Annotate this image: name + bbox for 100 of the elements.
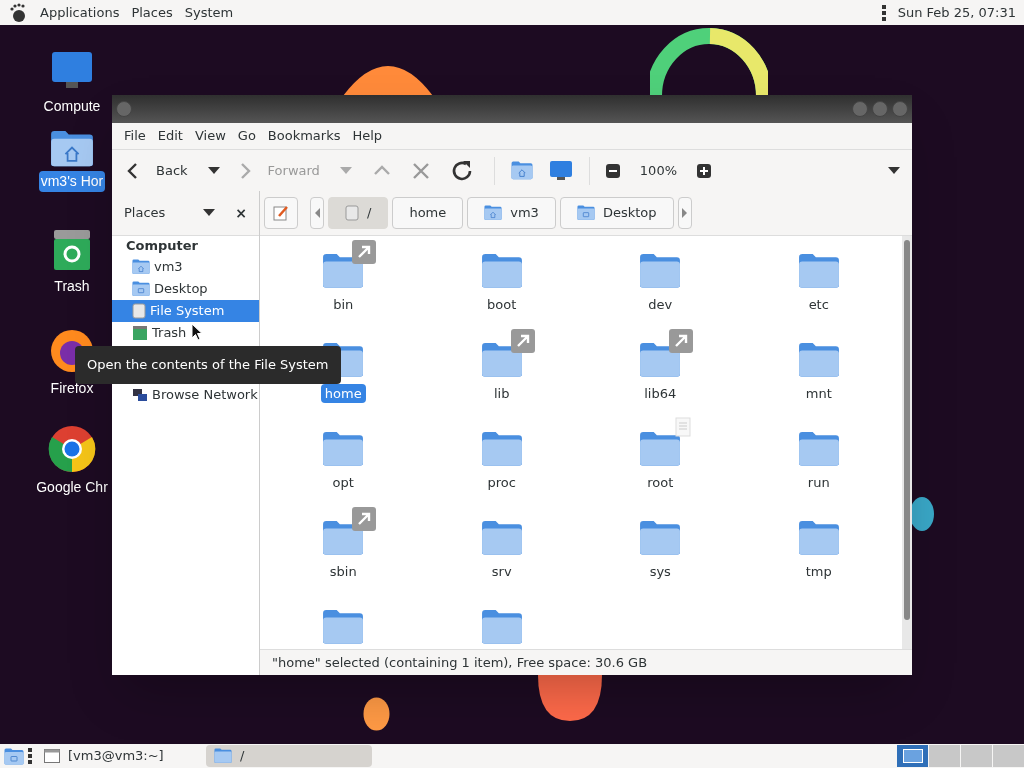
mouse-pointer-icon — [191, 323, 203, 341]
home-folder-icon — [132, 259, 150, 275]
path-button[interactable]: home — [392, 197, 464, 229]
desktop-folder-icon — [576, 205, 595, 221]
path-button[interactable]: Desktop — [559, 197, 674, 229]
menu-item[interactable]: Bookmarks — [261, 126, 347, 146]
home-folder-icon — [484, 205, 503, 221]
workspace-switcher-tile[interactable] — [897, 745, 928, 767]
foot-logo-icon[interactable] — [8, 2, 28, 23]
sidebar-item[interactable]: vm3 — [112, 256, 259, 278]
pencil-note-icon — [273, 205, 289, 221]
path-button[interactable]: / — [328, 197, 389, 229]
scroll-right-button[interactable] — [677, 197, 692, 229]
window-control-icon[interactable] — [872, 101, 888, 117]
folder-icon — [797, 342, 840, 378]
zoom-level: 100% — [639, 161, 677, 180]
browser-logo-icon — [48, 425, 96, 473]
left-triangle-icon — [314, 208, 320, 218]
folder-icon — [797, 431, 840, 467]
folder-icon — [639, 431, 682, 467]
monitor-icon[interactable] — [548, 159, 573, 182]
desktop-icon-label[interactable]: Trash — [52, 276, 92, 297]
forward-history-caret-icon — [339, 166, 352, 175]
folder-icon — [322, 609, 365, 645]
folder-icon — [639, 342, 682, 378]
scrollbar[interactable] — [902, 236, 912, 649]
terminal-icon — [44, 749, 60, 763]
folder-icon — [480, 609, 523, 645]
folder-icon — [639, 520, 682, 556]
desktop-folder-icon — [132, 281, 150, 297]
folder-icon — [322, 520, 365, 556]
overflow-caret-icon — [888, 166, 900, 175]
workspace-switcher-tile[interactable] — [993, 745, 1024, 767]
sidebar-item-label: vm3 — [154, 258, 183, 277]
wallpaper-blob-drawing — [912, 497, 936, 531]
desktop-icon-label[interactable]: Google Chr — [34, 477, 110, 498]
close-icon[interactable]: × — [235, 202, 247, 224]
back-history-caret-icon — [207, 166, 220, 175]
show-desktop-icon — [4, 747, 24, 765]
desktop-icon-label[interactable]: Compute — [41, 96, 103, 117]
sidebar-item[interactable]: Trash — [112, 322, 259, 344]
panel-menu[interactable]: Applications — [40, 2, 120, 23]
wallpaper-blob-drawing — [363, 697, 390, 731]
tooltip: Open the contents of the File System — [75, 346, 341, 384]
trash-icon — [52, 228, 92, 272]
folder-icon — [480, 431, 523, 467]
menu-item[interactable]: Help — [346, 126, 389, 146]
clock[interactable]: Sun Feb 25, 07:31 — [897, 2, 1016, 23]
zoom-out-icon[interactable] — [605, 163, 620, 178]
trash-icon — [132, 325, 148, 341]
right-triangle-icon — [682, 208, 687, 218]
window-control-icon[interactable] — [852, 101, 868, 117]
drive-icon — [132, 303, 146, 319]
sidebar-heading: Computer — [125, 237, 200, 256]
folder-icon — [214, 748, 232, 764]
window-control-icon[interactable] — [892, 101, 908, 117]
home-folder-icon — [510, 161, 533, 180]
folder-icon — [322, 253, 365, 289]
folder-icon — [322, 431, 365, 467]
workspace-switcher-tile[interactable] — [929, 745, 960, 767]
menu-item[interactable]: Edit — [151, 126, 189, 146]
sidebar-item[interactable]: Desktop — [112, 278, 259, 300]
drive-icon — [345, 205, 359, 221]
zoom-in-icon[interactable] — [697, 163, 711, 178]
home-folder-icon — [50, 130, 94, 168]
sidebar-item-label: Desktop — [154, 280, 208, 299]
status-text: "home" selected (containing 1 item), Free space: 30.6 GB — [272, 653, 648, 672]
stop-icon[interactable] — [411, 161, 430, 180]
workspace-switcher-tile[interactable] — [961, 745, 992, 767]
drag-handle-icon — [28, 748, 32, 764]
panel-menu[interactable]: Places — [131, 2, 173, 23]
folder-icon — [797, 253, 840, 289]
wallpaper-blob-drawing — [538, 675, 602, 721]
sidebar-item-label: File System — [150, 302, 225, 321]
sidebar-title[interactable]: Places — [124, 203, 166, 223]
folder-icon — [797, 520, 840, 556]
sidebar-caret-icon — [203, 209, 216, 217]
window-menu-icon[interactable] — [116, 101, 132, 117]
menu-item[interactable]: View — [188, 126, 232, 146]
sidebar-item[interactable]: File System — [112, 300, 259, 322]
edit-location-button[interactable] — [264, 197, 298, 229]
back-button[interactable]: Back — [124, 160, 188, 181]
sidebar-item-label: Trash — [152, 324, 187, 343]
folder-icon — [639, 253, 682, 289]
taskbar-button[interactable]: [vm3@vm3:~] — [36, 745, 202, 767]
network-icon — [132, 387, 148, 403]
drag-handle-icon — [881, 4, 886, 21]
menu-item[interactable]: File — [118, 126, 152, 146]
document-icon — [675, 417, 692, 437]
folder-icon — [480, 253, 523, 289]
scroll-left-button[interactable] — [310, 197, 324, 229]
folder-icon — [480, 342, 523, 378]
taskbar-button[interactable]: / — [206, 745, 372, 767]
panel-menu[interactable]: System — [184, 2, 234, 23]
menu-item[interactable]: Go — [231, 126, 262, 146]
folder-icon — [480, 520, 523, 556]
sidebar-item[interactable]: Browse Network — [112, 384, 259, 406]
file-name[interactable]: home — [320, 383, 366, 404]
path-button[interactable]: vm3 — [467, 197, 556, 229]
desktop-icon-label[interactable]: vm3's Hor — [38, 171, 106, 193]
